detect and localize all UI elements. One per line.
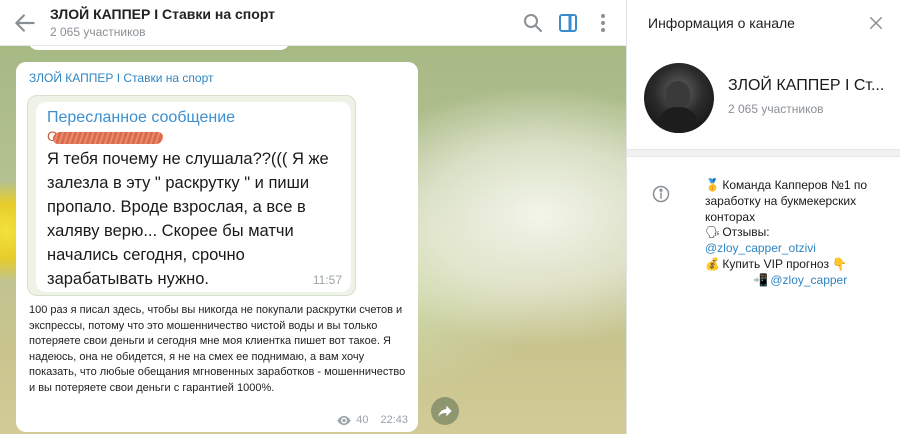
forwarded-label: Пересланное сообщение (47, 109, 236, 126)
back-arrow-icon[interactable] (12, 10, 38, 36)
views-eye-icon (337, 415, 351, 425)
message-time: 22:43 (380, 414, 408, 426)
forwarded-time: 11:57 (312, 273, 342, 287)
contact-link[interactable]: @zloy_capper (770, 273, 847, 287)
speaker-icon: 🗣 (705, 225, 721, 240)
search-icon[interactable] (521, 11, 545, 35)
chat-area: ЗЛОЙ КАППЕР I Ставки на спорт 2 065 учас… (0, 0, 626, 434)
chat-title[interactable]: ЗЛОЙ КАППЕР I Ставки на спорт (50, 6, 275, 22)
reviews-label: Отзывы: (722, 225, 770, 240)
section-divider (627, 149, 900, 157)
forwarded-sender: О (47, 128, 164, 144)
medal-icon: 🥇 (705, 178, 720, 192)
info-icon (652, 185, 670, 203)
description-line: Команда Капперов №1 по (722, 178, 868, 192)
description-line: заработку на букмекерских (705, 193, 857, 208)
money-bag-icon: 💰 (705, 256, 720, 271)
description-line: конторах (705, 209, 756, 224)
phone-arrow-icon: 📲 (753, 272, 768, 287)
close-icon[interactable] (867, 14, 885, 32)
channel-description: 🥇 Команда Капперов №1 по заработку на бу… (705, 178, 895, 289)
chat-member-count: 2 065 участников (50, 25, 146, 39)
channel-member-count: 2 065 участников (728, 102, 824, 116)
channel-info-panel: Информация о канале ЗЛОЙ КАППЕР I Ст... … (626, 0, 900, 434)
view-count: 40 (356, 414, 369, 426)
forward-arrow-icon (438, 405, 452, 417)
pointing-down-icon: 👇 (832, 256, 848, 271)
redaction-scribble (52, 132, 164, 144)
message-text: 100 раз я писал здесь, чтобы вы никогда … (29, 304, 406, 394)
reviews-link[interactable]: @zloy_capper_otzivi (705, 241, 895, 257)
forwarded-screenshot[interactable]: Пересланное сообщение О Я тебя почему не… (27, 95, 356, 296)
channel-avatar[interactable] (644, 63, 714, 133)
share-button[interactable] (431, 397, 459, 425)
message-bubble[interactable]: ЗЛОЙ КАППЕР I Ставки на спорт Пересланно… (16, 62, 418, 432)
message-author[interactable]: ЗЛОЙ КАППЕР I Ставки на спорт (29, 71, 213, 85)
forwarded-text: Я тебя почему не слушала??((( Я же залез… (47, 150, 329, 288)
info-panel-title: Информация о канале (648, 15, 795, 31)
forwarded-message: Пересланное сообщение О Я тебя почему не… (36, 102, 351, 292)
chat-header: ЗЛОЙ КАППЕР I Ставки на спорт 2 065 учас… (0, 0, 626, 46)
buy-vip-text: Купить VIP прогноз (722, 256, 829, 271)
channel-name: ЗЛОЙ КАППЕР I Ст... (728, 77, 885, 94)
more-vertical-icon[interactable] (591, 11, 615, 35)
sidebar-toggle-icon[interactable] (556, 11, 580, 35)
message-meta: 40 22:43 (336, 414, 408, 426)
